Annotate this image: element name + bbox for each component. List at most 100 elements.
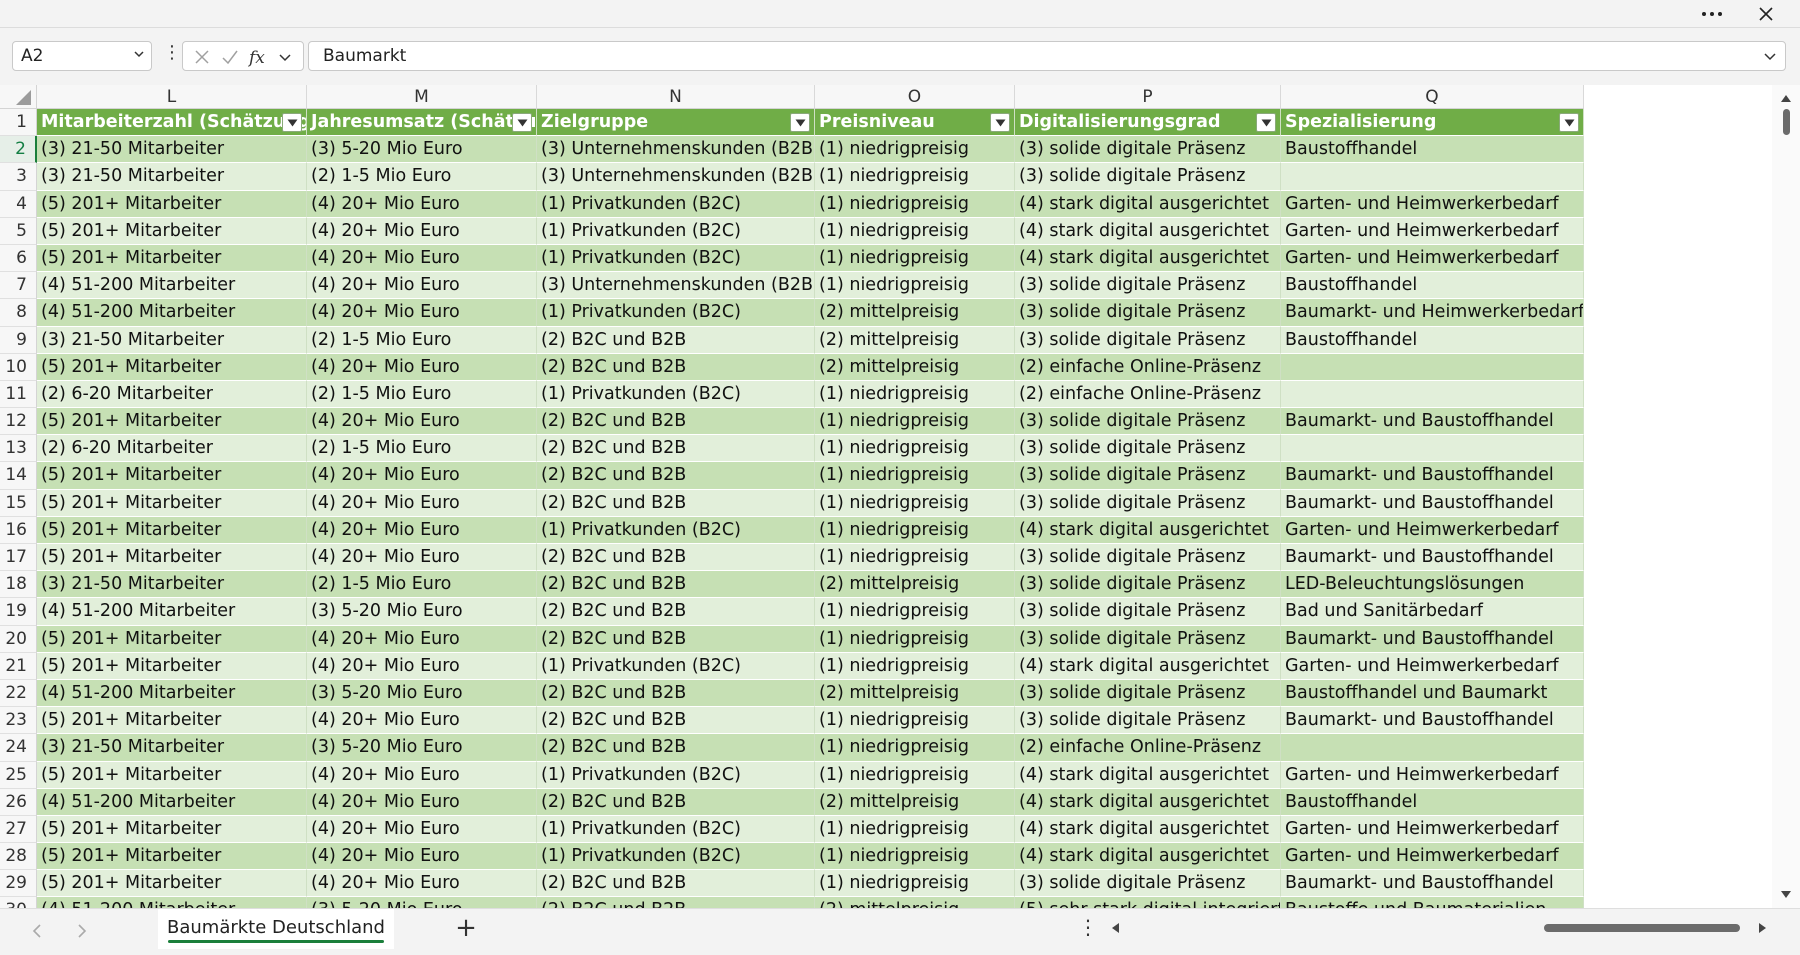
table-cell[interactable]: (2) B2C und B2B — [537, 734, 815, 762]
table-cell[interactable] — [1281, 163, 1584, 191]
table-cell[interactable] — [1281, 435, 1584, 463]
horizontal-scrollbar[interactable] — [1110, 917, 1770, 939]
table-header-cell[interactable]: Mitarbeiterzahl (Schätzung) — [37, 109, 307, 137]
chevron-down-icon[interactable] — [277, 46, 293, 68]
row-header-26[interactable]: 26 — [0, 788, 37, 816]
table-cell[interactable]: (1) niedrigpreisig — [815, 190, 1015, 218]
table-cell[interactable]: (1) Privatkunden (B2C) — [537, 380, 815, 409]
table-cell[interactable]: (2) einfache Online-Präsenz — [1015, 353, 1281, 381]
table-cell[interactable]: (1) niedrigpreisig — [815, 843, 1015, 871]
table-cell[interactable]: Garten- und Heimwerkerbedarf — [1281, 244, 1584, 273]
formula-input[interactable]: Baumarkt — [308, 41, 1786, 71]
table-cell[interactable]: (3) 21-50 Mitarbeiter — [37, 734, 307, 762]
row-header-15[interactable]: 15 — [0, 489, 37, 517]
cancel-icon[interactable] — [191, 46, 213, 68]
table-cell[interactable]: (2) B2C und B2B — [537, 435, 815, 463]
table-cell[interactable]: (4) 51-200 Mitarbeiter — [37, 598, 307, 626]
table-cell[interactable]: (5) 201+ Mitarbeiter — [37, 462, 307, 490]
table-cell[interactable]: (2) B2C und B2B — [537, 544, 815, 572]
table-cell[interactable]: Baumarkt- und Baustoffhandel — [1281, 625, 1584, 653]
table-cell[interactable]: Baustoffhandel — [1281, 272, 1584, 300]
table-cell[interactable]: (2) B2C und B2B — [537, 679, 815, 708]
table-cell[interactable]: (3) solide digitale Präsenz — [1015, 707, 1281, 735]
row-header-2[interactable]: 2 — [0, 136, 37, 164]
table-cell[interactable]: Baustoffhandel — [1281, 326, 1584, 354]
table-cell[interactable]: (3) Unternehmenskunden (B2B) — [537, 136, 815, 164]
table-cell[interactable]: (4) 20+ Mio Euro — [307, 462, 537, 490]
table-cell[interactable]: (2) 1-5 Mio Euro — [307, 380, 537, 409]
checkmark-icon[interactable] — [219, 46, 241, 68]
table-cell[interactable]: (3) 5-20 Mio Euro — [307, 734, 537, 762]
table-cell[interactable]: (4) stark digital ausgerichtet — [1015, 190, 1281, 218]
table-cell[interactable]: (1) niedrigpreisig — [815, 734, 1015, 762]
row-header-8[interactable]: 8 — [0, 299, 37, 327]
table-cell[interactable]: Baustoffhandel — [1281, 136, 1584, 164]
table-cell[interactable]: Baumarkt- und Baustoffhandel — [1281, 408, 1584, 436]
table-cell[interactable]: (2) B2C und B2B — [537, 897, 815, 908]
table-cell[interactable]: (2) B2C und B2B — [537, 489, 815, 517]
table-cell[interactable]: Baumarkt- und Heimwerkerbedarf — [1281, 299, 1584, 327]
table-cell[interactable]: (1) Privatkunden (B2C) — [537, 217, 815, 245]
table-cell[interactable]: (5) 201+ Mitarbeiter — [37, 244, 307, 273]
chevron-down-icon[interactable] — [1763, 49, 1777, 63]
table-cell[interactable]: (3) 5-20 Mio Euro — [307, 897, 537, 908]
row-header-6[interactable]: 6 — [0, 244, 37, 273]
table-cell[interactable]: (2) 1-5 Mio Euro — [307, 571, 537, 599]
table-cell[interactable]: Garten- und Heimwerkerbedarf — [1281, 815, 1584, 844]
table-cell[interactable]: (4) 20+ Mio Euro — [307, 870, 537, 898]
column-header-q[interactable]: Q — [1281, 85, 1584, 109]
previous-sheet-icon[interactable] — [30, 923, 44, 939]
table-cell[interactable]: (5) 201+ Mitarbeiter — [37, 652, 307, 680]
table-cell[interactable]: (4) stark digital ausgerichtet — [1015, 815, 1281, 844]
table-cell[interactable]: (4) stark digital ausgerichtet — [1015, 843, 1281, 871]
table-cell[interactable]: (2) B2C und B2B — [537, 707, 815, 735]
function-fx-icon[interactable]: fx — [247, 46, 273, 68]
table-cell[interactable]: (2) B2C und B2B — [537, 326, 815, 354]
row-header-25[interactable]: 25 — [0, 761, 37, 789]
column-header-p[interactable]: P — [1015, 85, 1281, 109]
table-cell[interactable]: (1) Privatkunden (B2C) — [537, 815, 815, 844]
table-cell[interactable]: Baumarkt- und Baustoffhandel — [1281, 462, 1584, 490]
table-cell[interactable]: (1) niedrigpreisig — [815, 625, 1015, 653]
table-cell[interactable]: (3) solide digitale Präsenz — [1015, 544, 1281, 572]
row-header-4[interactable]: 4 — [0, 190, 37, 218]
table-cell[interactable]: (1) Privatkunden (B2C) — [537, 299, 815, 327]
table-cell[interactable]: (1) niedrigpreisig — [815, 272, 1015, 300]
table-cell[interactable]: (2) 1-5 Mio Euro — [307, 163, 537, 191]
table-cell[interactable]: (2) mittelpreisig — [815, 299, 1015, 327]
row-header-27[interactable]: 27 — [0, 815, 37, 844]
table-cell[interactable]: (2) mittelpreisig — [815, 788, 1015, 816]
column-header-m[interactable]: M — [307, 85, 537, 109]
vertical-scrollbar[interactable] — [1772, 85, 1800, 908]
table-cell[interactable]: (3) solide digitale Präsenz — [1015, 625, 1281, 653]
table-cell[interactable]: (1) niedrigpreisig — [815, 544, 1015, 572]
table-cell[interactable]: (5) 201+ Mitarbeiter — [37, 408, 307, 436]
table-cell[interactable]: Garten- und Heimwerkerbedarf — [1281, 652, 1584, 680]
table-cell[interactable]: (1) niedrigpreisig — [815, 761, 1015, 789]
table-cell[interactable]: (1) niedrigpreisig — [815, 408, 1015, 436]
filter-dropdown-button[interactable] — [1559, 113, 1579, 132]
table-cell[interactable]: (1) niedrigpreisig — [815, 870, 1015, 898]
row-header-13[interactable]: 13 — [0, 435, 37, 463]
table-cell[interactable]: (3) solide digitale Präsenz — [1015, 136, 1281, 164]
table-cell[interactable]: (2) einfache Online-Präsenz — [1015, 380, 1281, 409]
table-cell[interactable]: (2) mittelpreisig — [815, 326, 1015, 354]
table-cell[interactable]: (2) B2C und B2B — [537, 598, 815, 626]
row-header-14[interactable]: 14 — [0, 462, 37, 490]
row-header-1[interactable]: 1 — [0, 109, 37, 137]
table-cell[interactable]: (2) B2C und B2B — [537, 571, 815, 599]
table-cell[interactable]: (3) solide digitale Präsenz — [1015, 462, 1281, 490]
row-header-30[interactable]: 30 — [0, 897, 37, 908]
table-cell[interactable]: (1) Privatkunden (B2C) — [537, 190, 815, 218]
column-header-o[interactable]: O — [815, 85, 1015, 109]
row-header-23[interactable]: 23 — [0, 707, 37, 735]
sheet-tab[interactable]: Baumärkte Deutschland — [158, 909, 394, 949]
table-cell[interactable]: (2) B2C und B2B — [537, 870, 815, 898]
table-cell[interactable]: (2) B2C und B2B — [537, 408, 815, 436]
table-cell[interactable]: (2) mittelpreisig — [815, 353, 1015, 381]
table-cell[interactable]: (2) einfache Online-Präsenz — [1015, 734, 1281, 762]
row-header-17[interactable]: 17 — [0, 544, 37, 572]
table-cell[interactable]: (5) 201+ Mitarbeiter — [37, 489, 307, 517]
table-cell[interactable]: (4) 20+ Mio Euro — [307, 244, 537, 273]
select-all-corner[interactable] — [0, 85, 37, 109]
